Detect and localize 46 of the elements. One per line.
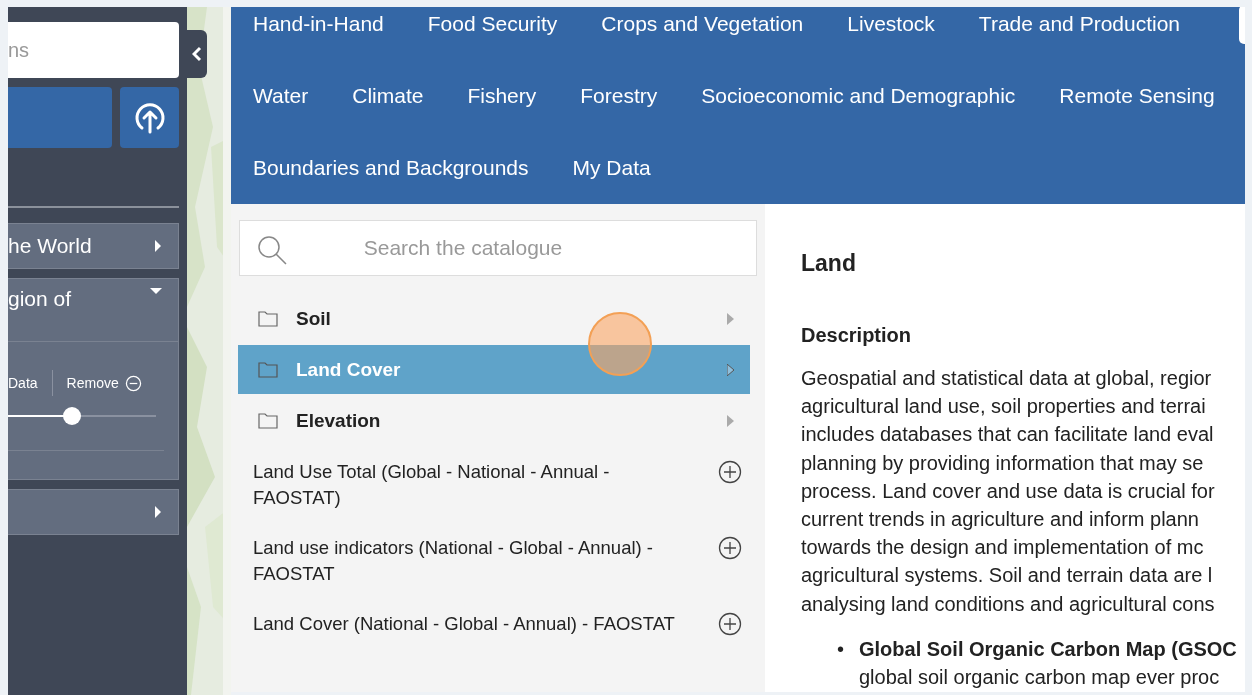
- caret-icon: [727, 414, 734, 427]
- section-heading: Description: [801, 324, 912, 347]
- nav-link[interactable]: Livestock: [847, 7, 935, 60]
- caret-icon: [150, 287, 162, 295]
- search-field[interactable]: ns: [8, 22, 179, 78]
- nav-link[interactable]: My Data: [572, 132, 651, 204]
- dataset-label[interactable]: Land Cover (National - Global - Annual) - FAOSTAT: [253, 611, 675, 637]
- folder-icon: [258, 412, 278, 429]
- layer-header[interactable]: he World: [8, 223, 179, 269]
- dataset-label[interactable]: Land use indicators (National - Global - Annual) - FAOSTAT: [253, 535, 693, 587]
- caret-icon: [154, 240, 162, 252]
- nav-link[interactable]: Water: [253, 60, 309, 132]
- layer-header[interactable]: gion of: [8, 279, 178, 341]
- nav-link[interactable]: Food Security: [427, 7, 558, 60]
- nav-link[interactable]: Hand-in-Hand: [253, 7, 384, 60]
- nav-link[interactable]: Trade and Production: [978, 7, 1181, 60]
- minus-circle-icon: [124, 374, 142, 392]
- upload-button[interactable]: [120, 87, 179, 148]
- folder-icon: [258, 310, 278, 327]
- nav-link[interactable]: Remote Sensing: [1059, 60, 1215, 132]
- nav-link[interactable]: Fishery: [467, 60, 537, 132]
- caret-icon: [154, 506, 162, 518]
- caret-icon: [727, 363, 734, 376]
- description-paragraph: Geospatial and statistical data at global, regior agricultural land use, soil properties and terrai includes databases that can facilitate land eval planning by providing information that may se process. Land cover and use data is crucial for current trends in agriculture and inform plann towards the design and implementation of mc agricultural systems. Soil and terrain data are l analysing land conditions and agricultural cons: [801, 366, 1215, 617]
- add-icon[interactable]: [718, 612, 742, 636]
- collapse-button[interactable]: [187, 30, 207, 78]
- folder-row[interactable]: Elevation: [238, 396, 750, 445]
- search-icon: [257, 235, 287, 265]
- remove-button[interactable]: Remove: [66, 374, 142, 392]
- nav-link[interactable]: Forestry: [580, 60, 658, 132]
- catalogue-search-field[interactable]: Search the catalogue: [239, 220, 757, 276]
- folder-row[interactable]: Soil: [238, 294, 750, 343]
- bullet-text: Global Soil Organic Carbon Map (GSOC global soil organic carbon map ever proc: [859, 636, 1237, 691]
- nav-link[interactable]: Boundaries and Backgrounds: [253, 132, 529, 204]
- bullet-marker: •: [837, 636, 845, 662]
- add-icon[interactable]: [718, 536, 742, 560]
- add-icon[interactable]: [718, 460, 742, 484]
- data-button[interactable]: Data: [8, 375, 38, 391]
- panel-title: Land: [801, 250, 856, 277]
- folder-icon: [258, 361, 278, 378]
- dataset-label[interactable]: Land Use Total (Global - National - Annual - FAOSTAT): [253, 459, 693, 511]
- caret-icon: [727, 312, 734, 325]
- chevron-left-icon: [192, 46, 202, 62]
- nav-link[interactable]: Climate: [352, 60, 424, 132]
- nav-link[interactable]: Crops and Vegetation: [601, 7, 804, 60]
- nav-link[interactable]: Socioeconomic and Demographic: [701, 60, 1016, 132]
